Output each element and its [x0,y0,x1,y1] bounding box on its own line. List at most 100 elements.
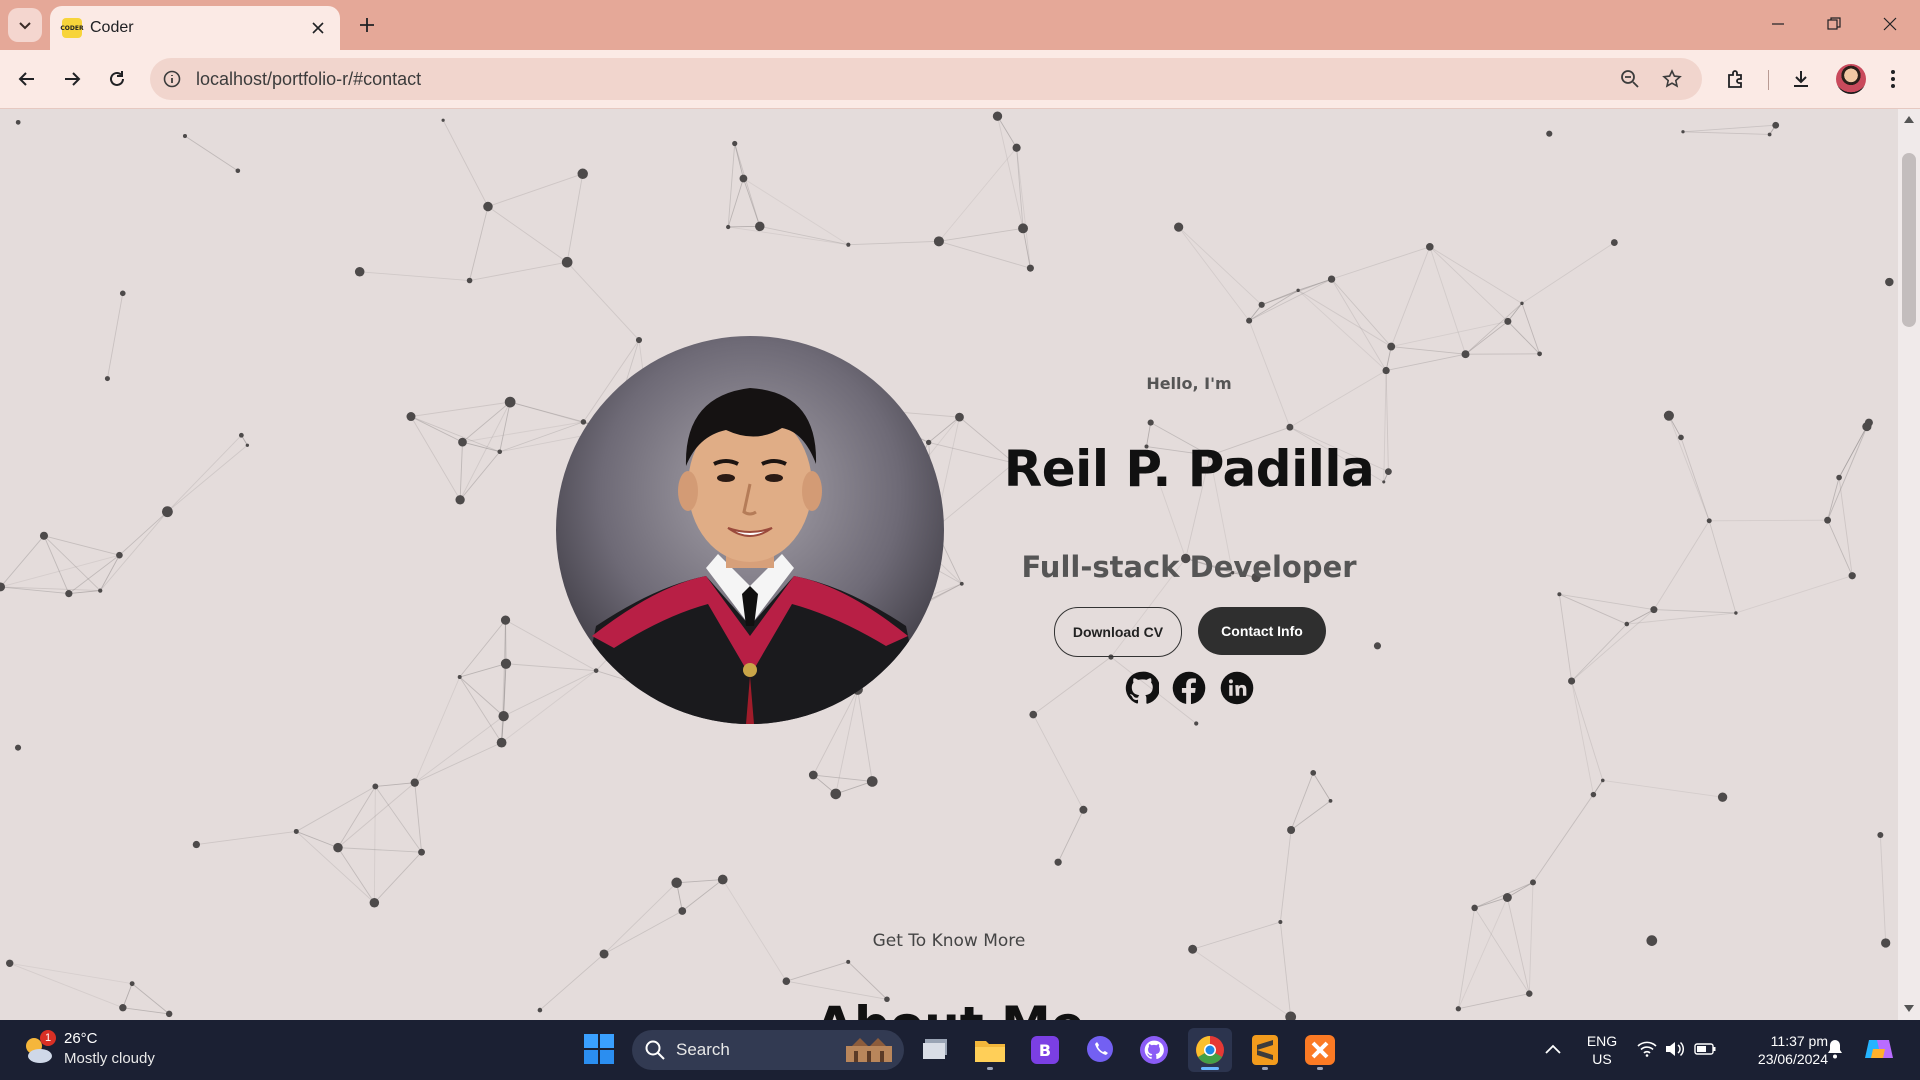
close-icon [1883,17,1897,31]
close-window-button[interactable] [1862,0,1918,48]
taskbar-search[interactable]: Search [632,1030,904,1070]
caret-down-icon [1904,1005,1914,1012]
show-hidden-icons-button[interactable] [1540,1034,1566,1064]
sublime-text-icon [1252,1035,1278,1065]
taskbar-app-github[interactable] [1132,1028,1176,1072]
browser-tab[interactable]: CODER Coder [50,6,340,50]
zoom-button[interactable] [1618,67,1642,91]
github-desktop-icon [1140,1036,1168,1064]
chevron-up-icon [1545,1044,1561,1054]
chevron-down-icon [19,22,31,30]
info-icon [163,70,181,88]
start-button[interactable] [584,1034,614,1064]
copilot-icon [1865,1040,1893,1058]
facebook-icon [1172,671,1206,705]
tab-favicon-icon: CODER [60,18,84,38]
language-region: US [1592,1051,1612,1067]
xampp-icon [1305,1035,1335,1065]
about-section-heading: About Me [690,996,1210,1020]
puzzle-icon [1728,70,1742,88]
back-button[interactable] [10,62,44,96]
restore-icon [1827,17,1841,30]
windows-logo-icon [584,1034,614,1064]
weather-badge: 1 [40,1030,56,1046]
scroll-hint-link[interactable]: Get To Know More [800,931,1098,951]
network-lines [0,115,1887,1018]
scroll-up-button[interactable] [1904,114,1914,124]
profile-photo [556,336,944,724]
taskbar-app-chrome[interactable] [1188,1028,1232,1072]
windows-taskbar: 1 26°C Mostly cloudy Search B ENG US 11:… [0,1020,1920,1080]
zoom-out-icon [1621,70,1639,88]
star-icon [1662,69,1682,88]
bookmark-button[interactable] [1660,67,1684,91]
url-text: localhost/portfolio-r/#contact [196,69,422,89]
svg-text:B: B [1039,1041,1051,1060]
arrow-left-icon [18,72,34,86]
linkedin-icon [1220,671,1254,705]
weather-description: Mostly cloudy [64,1050,155,1067]
new-tab-button[interactable] [350,8,384,42]
greeting-text: Hello, I'm [1146,374,1232,393]
caret-up-icon [1904,116,1914,123]
chrome-icon [1196,1036,1224,1064]
scroll-down-button[interactable] [1904,1004,1914,1014]
github-link[interactable] [1124,670,1160,706]
extensions-button[interactable] [1719,62,1753,96]
network-dots [0,111,1894,1020]
volume-status[interactable] [1664,1034,1686,1064]
volume-icon [1666,1041,1685,1057]
tab-search-button[interactable] [8,8,42,42]
language-indicator[interactable]: ENG US [1582,1032,1622,1068]
search-icon [645,1040,665,1060]
copilot-button[interactable] [1862,1034,1896,1064]
search-highlight-icon [846,1038,892,1062]
close-icon [312,22,324,34]
hero-name: Reil P. Padilla [1003,440,1375,498]
contact-info-button[interactable]: Contact Info [1198,607,1326,655]
taskbar-app-bootstrap[interactable]: B [1023,1028,1067,1072]
notifications-button[interactable] [1824,1034,1846,1064]
language-code: ENG [1586,1033,1618,1049]
browser-toolbar: localhost/portfolio-r/#contact [0,50,1920,109]
taskbar-app-xampp[interactable] [1298,1028,1342,1072]
reload-button[interactable] [100,62,134,96]
toolbar-divider [1768,70,1769,90]
clock-time: 11:37 pm [1770,1033,1828,1049]
minimize-icon [1772,23,1784,25]
minimize-button[interactable] [1750,0,1806,48]
facebook-link[interactable] [1171,670,1207,706]
taskbar-app-viber[interactable] [1078,1028,1122,1072]
wifi-icon [1637,1041,1657,1057]
tab-title: Coder [90,19,134,36]
portrait-image [556,336,944,724]
bell-icon [1828,1040,1842,1059]
downloads-button[interactable] [1784,62,1818,96]
wifi-status[interactable] [1636,1034,1658,1064]
browser-tab-bar: CODER Coder [0,0,1920,50]
site-info-button[interactable] [160,67,184,91]
taskbar-app-sublime[interactable] [1243,1028,1287,1072]
taskbar-app-file-explorer[interactable] [968,1028,1012,1072]
folder-stack-icon [923,1039,947,1059]
menu-button[interactable] [1876,62,1910,96]
download-cv-button[interactable]: Download CV [1054,607,1182,657]
folder-icon [975,1041,1005,1062]
bootstrap-icon: B [1031,1036,1059,1064]
scrollbar-thumb[interactable] [1902,153,1916,327]
battery-icon [1694,1043,1716,1055]
page-viewport: Hello, I'm Reil P. Padilla Full-stack De… [0,109,1898,1020]
forward-button[interactable] [55,62,89,96]
tab-close-button[interactable] [306,16,330,40]
system-clock[interactable]: 11:37 pm 23/06/2024 [1728,1032,1828,1068]
battery-status[interactable] [1693,1034,1717,1064]
address-bar[interactable]: localhost/portfolio-r/#contact [150,58,1702,100]
github-icon [1125,671,1159,704]
profile-avatar[interactable] [1836,64,1866,94]
taskbar-app-file-manager[interactable] [914,1028,958,1072]
reload-icon [110,71,124,86]
particle-network-background [0,111,1894,1020]
clock-date: 23/06/2024 [1757,1051,1828,1067]
restore-button[interactable] [1806,0,1862,48]
linkedin-link[interactable] [1219,670,1255,706]
